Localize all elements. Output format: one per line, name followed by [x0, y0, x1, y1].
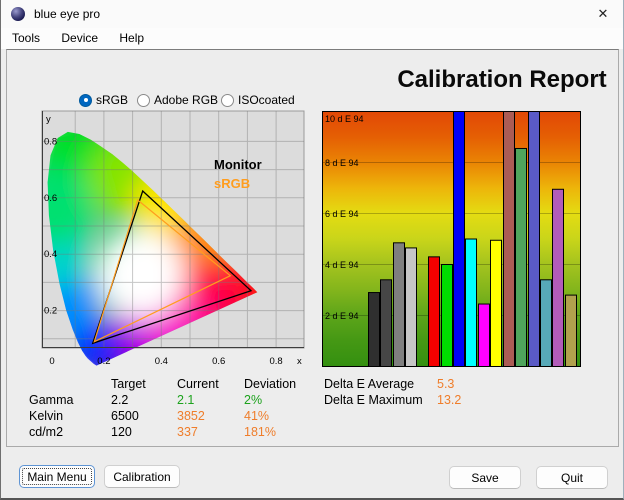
close-icon[interactable]: ✕ [589, 2, 617, 26]
delta-bar [478, 303, 490, 367]
metric-target: 120 [111, 425, 132, 439]
cie-y-tick: 0.2 [44, 306, 57, 317]
gamut-option-label: ISOcoated [238, 93, 295, 107]
radio-icon [221, 93, 234, 107]
main-menu-button[interactable]: Main Menu [19, 465, 95, 488]
svg-text:10 d E 94: 10 d E 94 [325, 114, 364, 124]
quit-button[interactable]: Quit [536, 466, 608, 489]
delta-bar [441, 264, 453, 367]
cie-x-axis-letter: x [297, 356, 302, 367]
svg-text:2 d E 94: 2 d E 94 [325, 311, 359, 321]
menu-bar: Tools Device Help [1, 28, 623, 49]
delta-bar [528, 111, 540, 367]
cie-x-tick: 0.8 [269, 356, 282, 367]
gamut-option-label: sRGB [96, 93, 129, 107]
metrics-header: Current [177, 377, 219, 391]
metrics-header: Deviation [244, 377, 297, 391]
delta-maximum-label: Delta E Maximum [324, 393, 423, 407]
cie-x-tick: 0.2 [97, 356, 110, 367]
calibration-metrics-table: Target Current Deviation Gamma 2.2 2.1 2% Kelvi… [29, 377, 324, 441]
radio-icon [137, 93, 150, 107]
delta-maximum-value: 13.2 [437, 393, 462, 407]
svg-text:6 d E 94: 6 d E 94 [325, 209, 359, 219]
delta-bar [465, 238, 477, 367]
cie-x-tick: 0.4 [155, 356, 168, 367]
save-button[interactable]: Save [449, 466, 521, 489]
delta-bar [380, 279, 392, 367]
delta-bar [393, 242, 405, 367]
legend-srgb: sRGB [214, 176, 250, 191]
metric-deviation: 41% [244, 409, 270, 423]
metric-current: 2.1 [177, 393, 195, 407]
delta-bar [368, 292, 380, 367]
delta-bar [453, 111, 465, 367]
metric-target: 6500 [111, 409, 139, 423]
cie-y-axis-letter: y [46, 114, 51, 125]
svg-text:4 d E 94: 4 d E 94 [325, 260, 359, 270]
delta-bar [428, 256, 440, 367]
menu-device[interactable]: Device [52, 28, 107, 47]
metric-label: Kelvin [29, 409, 64, 423]
delta-e-bar-chart: 2 d E 94 4 d E 94 6 d E 94 8 d E 94 10 d E 9… [322, 111, 581, 367]
delta-bar [405, 247, 417, 367]
svg-text:8 d E 94: 8 d E 94 [325, 158, 359, 168]
cie-y-tick: 0.4 [44, 249, 57, 260]
delta-bar [565, 294, 577, 367]
cie-chromaticity-diagram: y x 0 0.2 0.4 0.6 0.8 0.2 0.4 0.6 0.8 Mo… [41, 110, 305, 367]
metric-target: 2.2 [111, 393, 129, 407]
metric-deviation: 2% [244, 393, 263, 407]
calibration-button[interactable]: Calibration [104, 465, 180, 488]
delta-e-summary: Delta E Average 5.3 Delta E Maximum 13.2 [324, 377, 497, 409]
gamut-option-label: Adobe RGB [154, 93, 219, 107]
metric-label: Gamma [29, 393, 74, 407]
legend-monitor: Monitor [214, 157, 262, 172]
delta-bar [503, 111, 515, 367]
cie-x-tick: 0.6 [212, 356, 225, 367]
metrics-header [29, 377, 111, 393]
page-title: Calibration Report [397, 66, 607, 93]
metric-deviation: 181% [244, 425, 276, 439]
cie-x-tick: 0 [49, 356, 54, 367]
delta-bar [540, 279, 552, 367]
cie-y-tick: 0.8 [44, 136, 57, 147]
cie-y-tick: 0.6 [44, 193, 57, 204]
radio-selected-icon [79, 93, 92, 107]
window-title: blue eye pro [34, 7, 101, 21]
metrics-header: Target [111, 377, 146, 391]
title-bar: blue eye pro ✕ [1, 0, 623, 28]
delta-average-label: Delta E Average [324, 377, 415, 391]
delta-average-value: 5.3 [437, 377, 455, 391]
metric-label: cd/m2 [29, 425, 64, 439]
metric-current: 3852 [177, 409, 205, 423]
menu-tools[interactable]: Tools [3, 28, 49, 47]
delta-bar [515, 147, 527, 367]
app-icon [11, 7, 25, 21]
menu-help[interactable]: Help [110, 28, 153, 47]
delta-bar [490, 239, 502, 367]
app-window: blue eye pro ✕ Tools Device Help Calibra… [0, 0, 624, 500]
delta-bar [552, 188, 564, 367]
metric-current: 337 [177, 425, 198, 439]
